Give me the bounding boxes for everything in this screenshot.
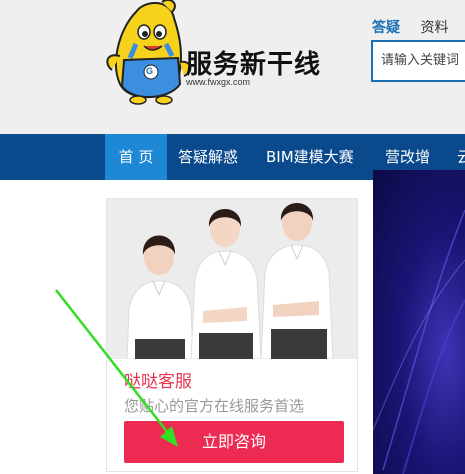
service-title: 哒哒客服 bbox=[124, 372, 192, 392]
search-input[interactable] bbox=[381, 53, 465, 68]
search-tab-materials[interactable]: 资料 bbox=[420, 17, 448, 37]
banner-light-streaks-icon bbox=[373, 209, 465, 474]
nav-item-qa[interactable]: 答疑解惑 bbox=[178, 134, 238, 180]
customer-service-card: 哒哒客服 您贴心的官方在线服务首选 立即咨询 bbox=[106, 198, 358, 472]
promo-banner[interactable] bbox=[373, 170, 465, 474]
search-tabs: 答疑 资料 bbox=[372, 17, 464, 37]
nav-item-bim-contest[interactable]: BIM建模大赛 bbox=[266, 134, 354, 180]
search-box bbox=[371, 40, 465, 82]
page: G 服务新干线 www.fwxgx.com 答疑 资料 首 页 答疑解惑 BIM… bbox=[0, 0, 465, 474]
service-subtitle: 您贴心的官方在线服务首选 bbox=[124, 397, 305, 415]
search-tab-qa[interactable]: 答疑 bbox=[372, 17, 400, 37]
nav-item-home[interactable]: 首 页 bbox=[105, 134, 167, 180]
site-logo-text[interactable]: 服务新干线 bbox=[186, 44, 321, 81]
site-url: www.fwxgx.com bbox=[186, 77, 251, 87]
service-staff-photo bbox=[107, 199, 357, 359]
logo-badge-letter: G bbox=[146, 66, 154, 76]
staff-illustration-icon bbox=[107, 199, 357, 359]
site-header: G 服务新干线 www.fwxgx.com 答疑 资料 bbox=[0, 0, 465, 134]
consult-now-button[interactable]: 立即咨询 bbox=[124, 421, 344, 463]
